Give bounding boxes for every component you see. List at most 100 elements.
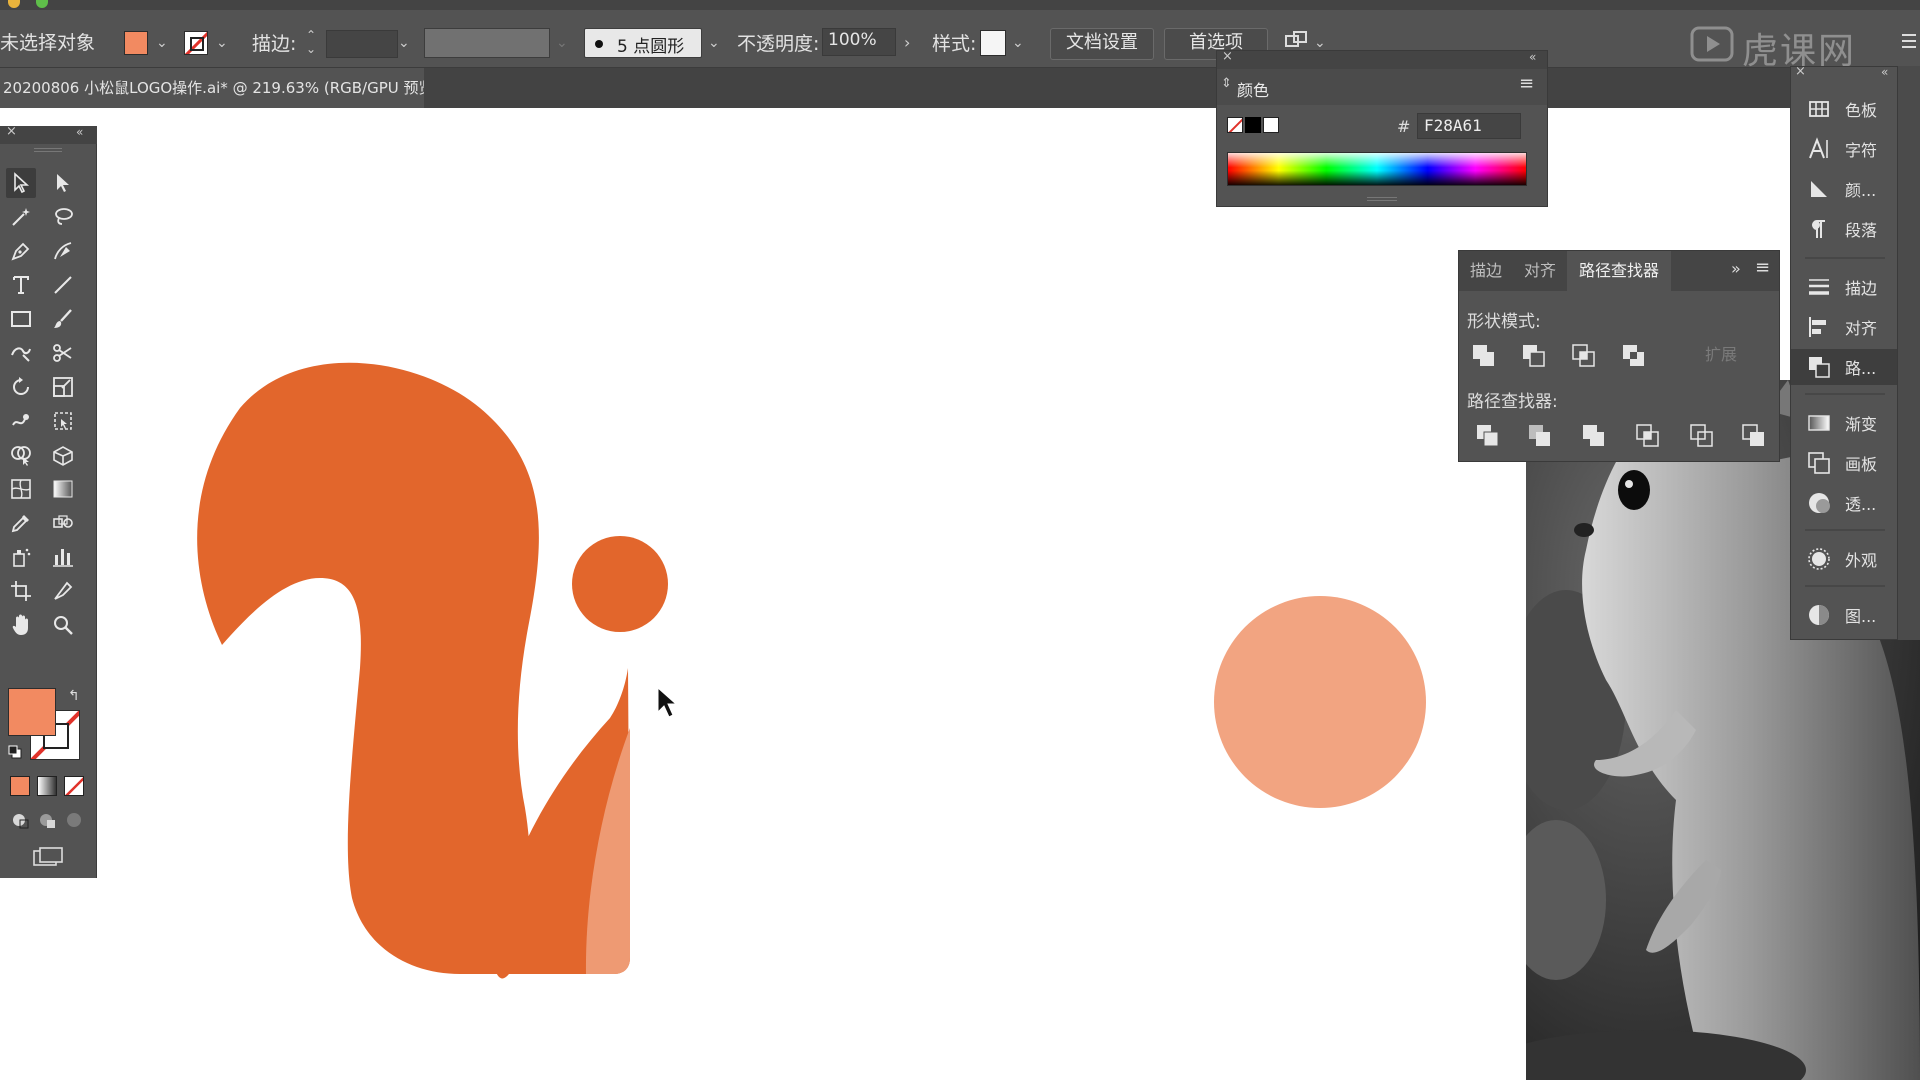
eyedropper-tool-icon[interactable] (6, 508, 36, 538)
brush-definition[interactable]: 5 点圆形 (584, 28, 702, 58)
workspace-menu-icon[interactable] (1898, 30, 1920, 52)
merge-icon[interactable] (1581, 423, 1607, 449)
dock-item-pathfinder[interactable]: 路... (1791, 349, 1897, 385)
artboard-canvas[interactable] (0, 108, 1526, 1080)
white-swatch[interactable] (1263, 117, 1279, 133)
free-transform-tool-icon[interactable] (48, 406, 78, 436)
collapse-icon[interactable]: « (76, 125, 83, 139)
none-mode-icon[interactable] (64, 776, 84, 796)
symbol-sprayer-tool-icon[interactable] (6, 542, 36, 572)
variable-width-profile[interactable] (424, 28, 550, 58)
intersect-icon[interactable] (1571, 343, 1597, 369)
minus-front-icon[interactable] (1521, 343, 1547, 369)
fill-indicator[interactable] (8, 688, 56, 736)
document-tab[interactable]: 20200806 小松鼠LOGO操作.ai* @ 219.63% (RGB/GP… (0, 68, 424, 108)
dock-item-paragraph[interactable]: 段落 (1791, 211, 1897, 247)
color-spectrum-bar[interactable] (1227, 152, 1527, 186)
stroke-weight-input[interactable] (326, 30, 398, 58)
dock-item-appearance[interactable]: 外观 (1791, 541, 1897, 577)
unite-icon[interactable] (1471, 343, 1497, 369)
stroke-dropdown-icon[interactable]: ⌄ (216, 31, 228, 55)
shape-builder-tool-icon[interactable] (6, 440, 36, 470)
panel-options-toggle-icon[interactable]: ⇕ (1221, 76, 1232, 91)
opacity-input[interactable]: 100% (822, 28, 896, 56)
screen-mode-icon[interactable] (32, 846, 64, 868)
shaper-tool-icon[interactable] (6, 338, 36, 368)
zoom-tool-icon[interactable] (48, 610, 78, 640)
dock-item-stroke[interactable]: 描边 (1791, 269, 1897, 305)
squirrel-head-shape[interactable] (572, 536, 668, 632)
none-color-icon[interactable] (1227, 117, 1243, 133)
draw-behind-icon[interactable] (37, 810, 57, 830)
profile-dropdown-icon[interactable]: ⌄ (556, 31, 568, 55)
stroke-weight-dropdown-icon[interactable]: ⌄ (398, 31, 410, 55)
swap-fill-stroke-icon[interactable]: ↰ (68, 688, 84, 704)
stroke-weight-stepper[interactable]: ⌃ ⌄ (306, 28, 316, 56)
draw-normal-icon[interactable] (10, 810, 30, 830)
divide-icon[interactable] (1475, 423, 1501, 449)
squirrel-body-shape[interactable] (197, 362, 631, 979)
selection-tool-icon[interactable] (6, 168, 36, 198)
hand-tool-icon[interactable] (6, 610, 36, 640)
column-graph-tool-icon[interactable] (48, 542, 78, 572)
scissors-tool-icon[interactable] (48, 338, 78, 368)
mesh-tool-icon[interactable] (6, 474, 36, 504)
dock-item-gradient[interactable]: 渐变 (1791, 405, 1897, 441)
exclude-icon[interactable] (1621, 343, 1647, 369)
brush-dropdown-icon[interactable]: ⌄ (708, 31, 720, 55)
panel-resize-grip[interactable] (1367, 197, 1397, 201)
dock-item-color-guide[interactable]: 颜... (1791, 171, 1897, 207)
hex-input[interactable]: F28A61 (1417, 113, 1521, 139)
document-setup-button[interactable]: 文档设置 (1050, 28, 1154, 60)
blend-tool-icon[interactable] (48, 508, 78, 538)
warp-tool-icon[interactable] (6, 406, 36, 436)
collapse-icon[interactable]: « (1881, 65, 1888, 79)
graphic-style-swatch[interactable] (980, 30, 1006, 56)
close-icon[interactable]: × (6, 124, 17, 139)
dock-item-transparency[interactable]: 透... (1791, 485, 1897, 521)
panel-grip[interactable] (34, 148, 62, 152)
dock-item-character[interactable]: 字符 (1791, 131, 1897, 167)
draw-inside-icon[interactable] (64, 810, 84, 830)
slice-tool-icon[interactable] (48, 576, 78, 606)
magic-wand-tool-icon[interactable] (6, 202, 36, 232)
scale-tool-icon[interactable] (48, 372, 78, 402)
dock-item-artboards[interactable]: 画板 (1791, 445, 1897, 481)
black-swatch[interactable] (1245, 117, 1261, 133)
curvature-tool-icon[interactable] (48, 236, 78, 266)
opacity-arrow-icon[interactable]: › (904, 31, 910, 55)
line-segment-tool-icon[interactable] (48, 270, 78, 300)
dock-item-align[interactable]: 对齐 (1791, 309, 1897, 345)
direct-selection-tool-icon[interactable] (48, 168, 78, 198)
rotate-tool-icon[interactable] (6, 372, 36, 402)
dock-collapse-strip[interactable] (1898, 66, 1920, 640)
type-tool-icon[interactable] (6, 270, 36, 300)
gradient-mode-icon[interactable] (37, 776, 57, 796)
default-colors-icon[interactable] (8, 744, 22, 759)
collapse-icon[interactable]: « (1529, 50, 1536, 64)
color-panel-title[interactable]: 颜色 (1237, 77, 1269, 101)
rectangle-tool-icon[interactable] (6, 304, 36, 334)
expand-button[interactable]: 扩展 (1671, 339, 1771, 371)
expand-panels-icon[interactable]: » (1731, 259, 1741, 278)
arrange-documents-icon[interactable] (1284, 30, 1310, 52)
close-icon[interactable]: × (1795, 64, 1806, 79)
dock-item-swatches[interactable]: 色板 (1791, 91, 1897, 127)
tab-stroke[interactable]: 描边 (1459, 251, 1513, 291)
color-mode-icon[interactable] (10, 776, 30, 796)
dock-item-graphic-styles[interactable]: 图... (1791, 597, 1897, 633)
panel-menu-icon[interactable]: ≡ (1755, 257, 1770, 278)
fill-dropdown-icon[interactable]: ⌄ (156, 31, 168, 55)
gradient-tool-icon[interactable] (48, 474, 78, 504)
paintbrush-tool-icon[interactable] (48, 304, 78, 334)
fill-swatch[interactable] (124, 31, 148, 55)
trim-icon[interactable] (1527, 423, 1553, 449)
stroke-swatch[interactable] (184, 31, 208, 55)
pen-tool-icon[interactable] (6, 236, 36, 266)
tab-align[interactable]: 对齐 (1513, 251, 1567, 291)
outline-icon[interactable] (1689, 423, 1715, 449)
style-dropdown-icon[interactable]: ⌄ (1012, 31, 1024, 55)
salmon-circle-shape[interactable] (1214, 596, 1426, 808)
close-icon[interactable]: × (1222, 49, 1233, 64)
artboard-tool-icon[interactable] (6, 576, 36, 606)
